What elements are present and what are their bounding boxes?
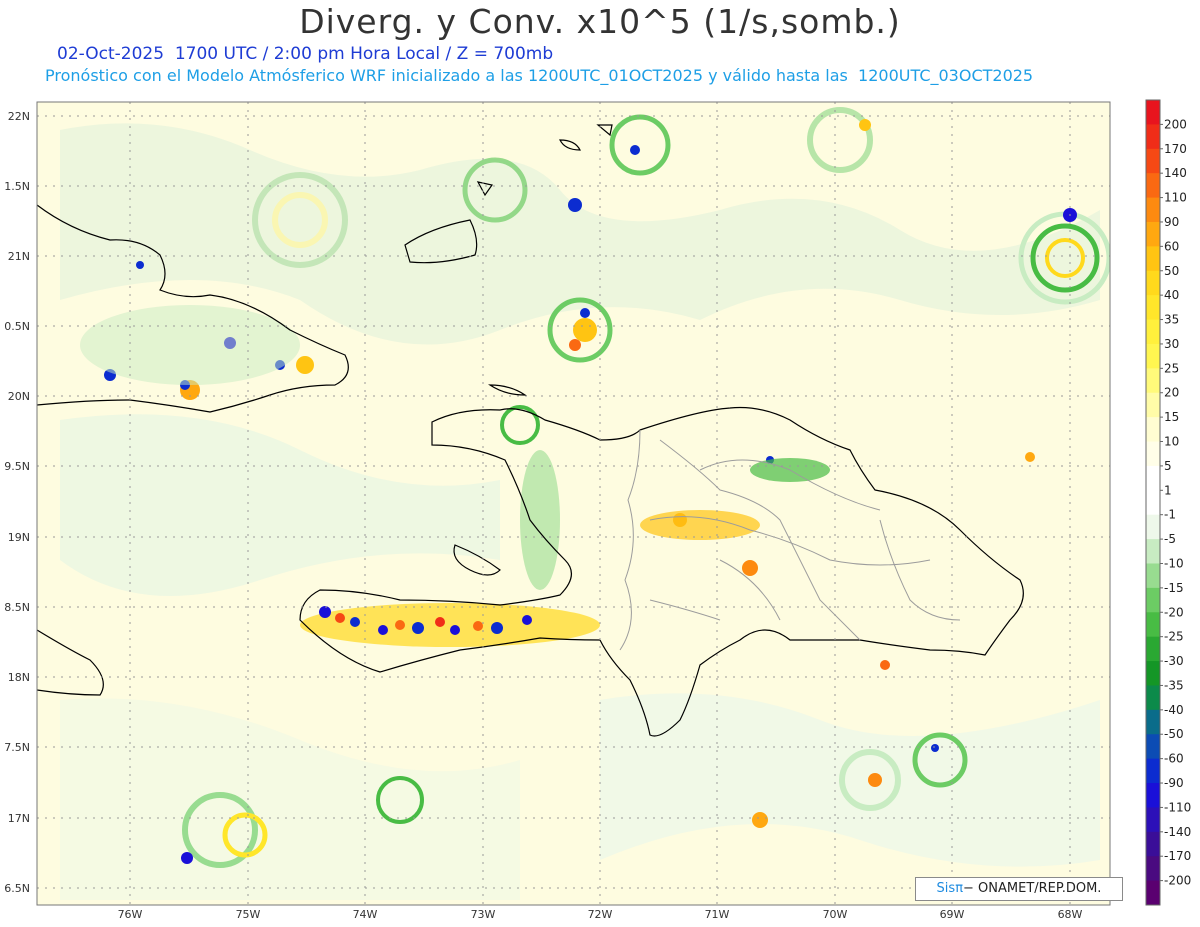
colorbar-label: -10 [1164, 556, 1184, 570]
latitude-labels: 22N 1.5N 21N 0.5N 20N 9.5N 19N 8.5N 18N … [4, 110, 30, 895]
colorbar-swatch [1146, 343, 1160, 369]
colorbar-swatch [1146, 807, 1160, 833]
colorbar-swatch [1146, 124, 1160, 150]
colorbar-label: 200 [1164, 117, 1187, 131]
credit-sis: Sis [936, 881, 956, 896]
colorbar-label: 15 [1164, 410, 1179, 424]
colorbar-label: 1 [1164, 483, 1172, 497]
colorbar-swatch [1146, 709, 1160, 735]
colorbar-label: -15 [1164, 581, 1184, 595]
colorbar-swatch [1146, 441, 1160, 467]
colorbar-swatch [1146, 856, 1160, 882]
colorbar-swatch [1146, 685, 1160, 711]
colorbar-label: 140 [1164, 166, 1187, 180]
lon-label: 76W [118, 908, 143, 921]
colorbar-swatch [1146, 636, 1160, 662]
colorbar-label: 90 [1164, 215, 1179, 229]
lon-label: 70W [823, 908, 848, 921]
colorbar-label: 20 [1164, 386, 1179, 400]
colorbar-swatch [1146, 661, 1160, 686]
colorbar-label: -40 [1164, 703, 1184, 717]
colorbar-swatch [1146, 783, 1160, 808]
colorbar-label: 35 [1164, 313, 1179, 327]
lon-label: 75W [236, 908, 261, 921]
field-shading [37, 102, 1110, 905]
pi-logo-icon: π [955, 881, 964, 896]
colorbar-swatch [1146, 197, 1160, 223]
colorbar-swatch [1146, 295, 1160, 321]
lat-label: 8.5N [4, 601, 30, 614]
colorbar-swatch [1146, 514, 1160, 540]
colorbar-swatch [1146, 563, 1160, 589]
colorbar-label: -30 [1164, 654, 1184, 668]
lat-label: 20N [8, 390, 30, 403]
lat-label: 9.5N [4, 460, 30, 473]
colorbar-swatch [1146, 612, 1160, 638]
colorbar-swatch [1146, 758, 1160, 784]
colorbar: 200 170 140 110 90 60 50 40 35 30 25 20 15 10 5 1 -1 -5 -1… [1145, 99, 1191, 906]
colorbar-label: 30 [1164, 337, 1179, 351]
colorbar-swatch [1146, 734, 1160, 760]
lat-label: 7.5N [4, 741, 30, 754]
lat-label: 17N [8, 812, 30, 825]
colorbar-swatch [1146, 368, 1160, 394]
lon-label: 68W [1058, 908, 1083, 921]
colorbar-swatch [1146, 417, 1160, 443]
colorbar-label: -110 [1164, 800, 1191, 814]
colorbar-swatch [1146, 246, 1160, 272]
lon-label: 71W [705, 908, 730, 921]
colorbar-label: -1 [1164, 508, 1176, 522]
colorbar-label: 40 [1164, 288, 1179, 302]
lon-label: 74W [353, 908, 378, 921]
colorbar-swatch [1146, 392, 1160, 418]
colorbar-swatch [1146, 221, 1160, 247]
lon-label: 69W [940, 908, 965, 921]
colorbar-swatch [1146, 319, 1160, 345]
lat-label: 22N [8, 110, 30, 123]
colorbar-label: -90 [1164, 776, 1184, 790]
colorbar-swatch [1146, 587, 1160, 613]
lon-label: 73W [471, 908, 496, 921]
colorbar-label: 60 [1164, 239, 1179, 253]
longitude-labels: 76W 75W 74W 73W 72W 71W 70W 69W 68W [118, 908, 1083, 921]
colorbar-swatch [1146, 831, 1160, 857]
colorbar-label: 170 [1164, 142, 1187, 156]
colorbar-swatch [1146, 490, 1160, 516]
colorbar-label: -35 [1164, 678, 1184, 692]
lat-label: 21N [8, 250, 30, 263]
colorbar-label: -170 [1164, 849, 1191, 863]
colorbar-swatch [1146, 539, 1160, 564]
lat-label: 18N [8, 671, 30, 684]
colorbar-swatch [1146, 465, 1160, 491]
lon-label: 72W [588, 908, 613, 921]
lat-label: 19N [8, 531, 30, 544]
colorbar-label: -5 [1164, 532, 1176, 546]
colorbar-label: 110 [1164, 191, 1187, 205]
credit-box: Sisπ− ONAMET/REP.DOM. [915, 877, 1123, 901]
colorbar-label: 5 [1164, 459, 1172, 473]
colorbar-label: 25 [1164, 361, 1179, 375]
colorbar-swatch [1146, 880, 1160, 906]
colorbar-swatch [1146, 270, 1160, 296]
colorbar-label: -50 [1164, 727, 1184, 741]
divergence-map: 22N 1.5N 21N 0.5N 20N 9.5N 19N 8.5N 18N … [4, 99, 1191, 921]
colorbar-label: 50 [1164, 264, 1179, 278]
lat-label: 0.5N [4, 320, 30, 333]
colorbar-label: -60 [1164, 752, 1184, 766]
credit-org: − ONAMET/REP.DOM. [963, 881, 1102, 896]
colorbar-label: -25 [1164, 630, 1184, 644]
lat-label: 1.5N [4, 180, 30, 193]
colorbar-swatch [1146, 173, 1160, 199]
colorbar-swatch [1146, 100, 1160, 125]
colorbar-label: -200 [1164, 874, 1191, 888]
colorbar-label: -140 [1164, 825, 1191, 839]
colorbar-label: -20 [1164, 605, 1184, 619]
colorbar-label: 10 [1164, 435, 1179, 449]
colorbar-swatch [1146, 148, 1160, 174]
lat-label: 6.5N [4, 882, 30, 895]
